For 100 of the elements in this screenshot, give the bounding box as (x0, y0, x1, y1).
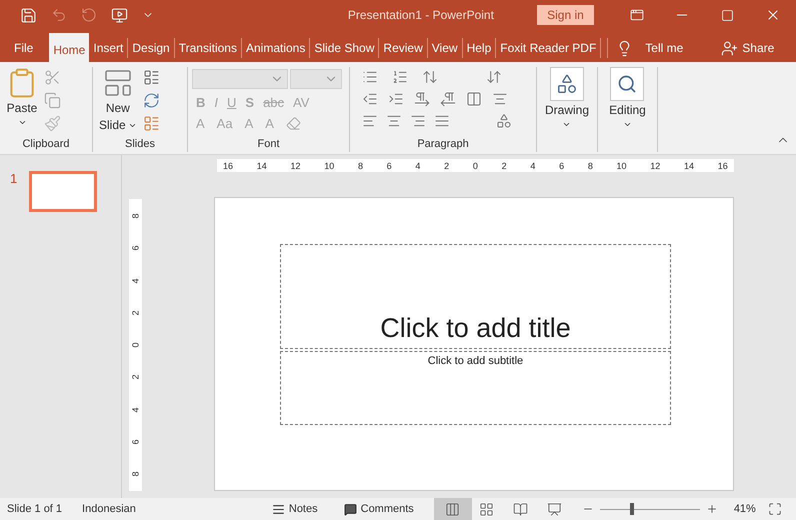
view-icon (513, 502, 528, 516)
justify-icon[interactable] (434, 113, 450, 129)
zoom-thumb[interactable] (630, 503, 634, 515)
fit-slide-icon[interactable] (768, 502, 782, 516)
ribbon-tab[interactable]: Transitions (174, 38, 242, 58)
align-center-icon[interactable] (386, 113, 402, 129)
align-text-icon[interactable] (492, 91, 508, 107)
ribbon-tab[interactable]: Design (128, 38, 175, 58)
subtitle-placeholder[interactable]: Click to add subtitle (280, 351, 671, 425)
title-placeholder[interactable]: Click to add title (280, 244, 671, 349)
indent-increase-icon[interactable] (388, 91, 404, 107)
ruler-number: 0 (130, 342, 140, 348)
caret-icon (18, 118, 26, 127)
ruler-number: 6 (386, 160, 392, 170)
rtl-icon[interactable] (440, 91, 456, 107)
ruler-number: 4 (130, 407, 140, 412)
caret-icon (128, 121, 137, 130)
scissors-icon[interactable] (44, 69, 61, 86)
ruler-number: 2 (502, 160, 507, 170)
paste-button[interactable]: Paste (4, 67, 40, 136)
ribbon-tab[interactable]: Review (379, 38, 428, 58)
shapes-icon (556, 73, 578, 95)
window-title: Presentation1 - PowerPoint (346, 8, 495, 22)
slide-number: 1 (10, 171, 18, 188)
numbering-icon[interactable] (392, 69, 408, 85)
layout-icon[interactable] (142, 69, 160, 86)
caret-icon (622, 120, 632, 129)
ribbon-display-icon[interactable] (630, 8, 644, 22)
ruler-number: 2 (444, 160, 450, 170)
ruler-number: 8 (358, 160, 363, 170)
maximize-icon[interactable] (721, 8, 734, 22)
share-button[interactable]: Share (713, 38, 780, 58)
normal-view-button[interactable] (434, 498, 472, 520)
ruler-number: 10 (324, 160, 334, 170)
ribbon-tab[interactable]: Help (462, 38, 496, 58)
ruler-number: 4 (530, 160, 536, 170)
notes-button[interactable]: Notes (266, 502, 324, 516)
person-icon (721, 40, 738, 56)
comments-button[interactable]: Comments (338, 502, 420, 516)
sign-in-button[interactable]: Sign in (537, 5, 594, 25)
comment-icon (344, 502, 357, 516)
ruler-number: 6 (130, 246, 140, 251)
section-icon[interactable] (142, 115, 160, 132)
reset-icon[interactable] (142, 92, 160, 109)
font-name-field[interactable] (192, 69, 288, 89)
slide-count: Slide 1 of 1 (7, 503, 62, 515)
ruler-number: 2 (130, 374, 140, 380)
ruler-number: 14 (684, 160, 694, 170)
ruler-number: 8 (130, 472, 140, 476)
ribbon-tab[interactable]: Slide Show (310, 38, 380, 58)
slide-thumbnail[interactable] (29, 171, 98, 212)
new-slide-button[interactable]: New Slide (97, 67, 139, 136)
ruler-number: 4 (415, 160, 420, 170)
smartart-icon[interactable] (496, 113, 512, 129)
ribbon-tab[interactable]: Foxit Reader PDF (496, 38, 602, 58)
tell-me-button[interactable]: Tell me (607, 38, 690, 58)
language-label: Indonesian (82, 503, 136, 515)
caret-icon (562, 120, 572, 129)
drawing-button[interactable]: Drawing (542, 67, 591, 152)
view-icon (547, 502, 562, 516)
save-icon[interactable] (20, 6, 37, 24)
group-label: Slides (125, 138, 155, 150)
group-label: Clipboard (22, 138, 70, 150)
align-left-icon[interactable] (362, 113, 378, 129)
zoom-in-icon[interactable] (706, 503, 718, 515)
indent-decrease-icon[interactable] (362, 91, 378, 107)
columns-icon[interactable] (466, 91, 482, 107)
text-direction-icon[interactable] (486, 69, 502, 85)
group-label: Font (257, 138, 280, 150)
ruler-number: 2 (130, 310, 140, 316)
ruler-number: 0 (472, 160, 478, 170)
ribbon-tab[interactable]: View (428, 38, 463, 58)
eraser-icon[interactable] (286, 116, 301, 131)
redo-icon[interactable] (81, 7, 97, 23)
line-spacing-icon[interactable] (422, 69, 438, 85)
ltr-icon[interactable] (414, 91, 430, 107)
group-label: Paragraph (417, 138, 469, 150)
notes-icon (272, 502, 285, 516)
ruler-number: 6 (130, 439, 140, 444)
search-icon (617, 74, 638, 94)
view-icon (445, 502, 460, 516)
copy-icon[interactable] (44, 92, 61, 109)
font-size-field[interactable] (290, 69, 342, 89)
ribbon-tab[interactable]: File (10, 38, 38, 58)
ruler-number: 4 (130, 278, 140, 283)
undo-icon[interactable] (51, 7, 67, 23)
ruler-number: 6 (559, 160, 564, 170)
editing-button[interactable]: Editing (607, 67, 648, 152)
ribbon-tab[interactable]: Animations (242, 38, 310, 58)
align-right-icon[interactable] (410, 113, 426, 129)
view-icon (479, 502, 494, 516)
zoom-level: 41% (734, 503, 756, 515)
ruler-number: 10 (616, 160, 627, 170)
ruler-number: 8 (588, 160, 593, 170)
ribbon-tab[interactable]: Insert (89, 38, 128, 58)
ruler-number: 16 (718, 160, 728, 170)
ruler-number: 8 (130, 214, 140, 218)
present-icon[interactable] (111, 6, 128, 24)
ribbon-tab[interactable]: Home (49, 33, 90, 62)
ruler-number: 12 (650, 160, 660, 170)
